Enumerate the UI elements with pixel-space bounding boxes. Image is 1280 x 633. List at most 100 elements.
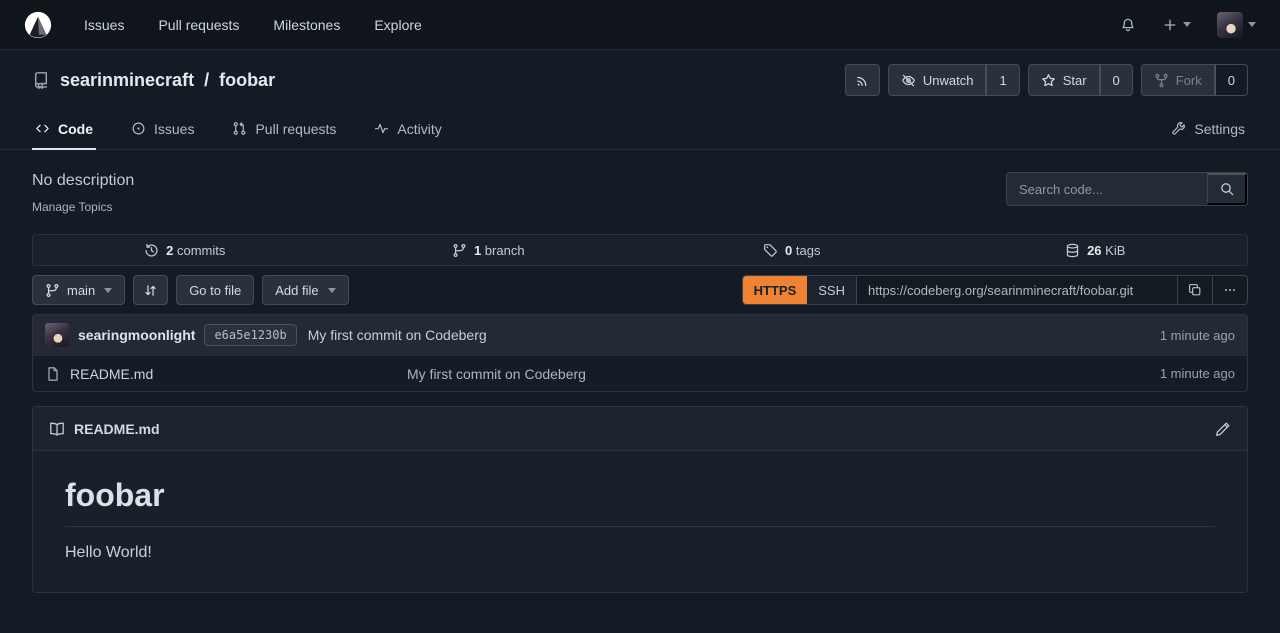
watch-button-group: Unwatch 1 xyxy=(888,64,1020,96)
watchers-count[interactable]: 1 xyxy=(986,64,1019,96)
description-block: No description Manage Topics xyxy=(32,172,1006,216)
repo-title: searinminecraft / foobar xyxy=(32,70,275,91)
commit-author-link[interactable]: searingmoonlight xyxy=(78,327,195,343)
repo-icon xyxy=(32,71,50,89)
navbar-link-pull-requests[interactable]: Pull requests xyxy=(158,17,239,33)
clone-https-toggle[interactable]: HTTPS xyxy=(743,276,808,304)
stat-branches[interactable]: 1 branch xyxy=(337,235,641,265)
repo-description: No description xyxy=(32,172,1006,190)
clone-url-group: HTTPS SSH xyxy=(742,275,1248,305)
fork-button-group: Fork 0 xyxy=(1141,64,1248,96)
clone-url-input[interactable] xyxy=(857,276,1177,304)
readme-content: foobar Hello World! xyxy=(33,451,1247,592)
database-icon xyxy=(1065,243,1080,258)
latest-commit-row: searingmoonlight e6a5e1230b My first com… xyxy=(33,315,1247,355)
repo-stats-bar: 2 commits 1 branch 0 tags 26 KiB xyxy=(32,234,1248,266)
navbar-right xyxy=(1120,12,1256,38)
repo-tabs-bar: Code Issues Pull requests Activity Setti… xyxy=(0,108,1280,150)
git-branch-icon xyxy=(45,283,60,298)
edit-readme-button[interactable] xyxy=(1215,421,1231,437)
commit-sha-link[interactable]: e6a5e1230b xyxy=(204,324,296,346)
notifications-bell-icon[interactable] xyxy=(1120,17,1136,33)
tab-pull-requests[interactable]: Pull requests xyxy=(229,108,339,149)
create-new-button[interactable] xyxy=(1162,17,1191,33)
top-navbar: Issues Pull requests Milestones Explore xyxy=(0,0,1280,50)
fork-button[interactable]: Fork xyxy=(1141,64,1215,96)
plus-icon xyxy=(1162,17,1178,33)
activity-pulse-icon xyxy=(374,121,389,136)
caret-down-icon xyxy=(104,288,112,293)
description-row: No description Manage Topics xyxy=(32,172,1248,216)
go-to-file-button[interactable]: Go to file xyxy=(176,275,254,305)
pencil-icon xyxy=(1215,421,1231,437)
copy-url-button[interactable] xyxy=(1177,276,1212,304)
stars-count[interactable]: 0 xyxy=(1100,64,1133,96)
forks-count[interactable]: 0 xyxy=(1215,64,1248,96)
repo-title-separator: / xyxy=(204,70,209,91)
more-options-button[interactable] xyxy=(1212,276,1247,304)
repo-actions: Unwatch 1 Star 0 Fork 0 xyxy=(845,64,1248,96)
user-avatar xyxy=(1217,12,1243,38)
tab-issues[interactable]: Issues xyxy=(128,108,197,149)
search-button[interactable] xyxy=(1207,173,1247,205)
compare-branches-button[interactable] xyxy=(133,275,168,305)
file-icon xyxy=(45,366,61,382)
commit-message-link[interactable]: My first commit on Codeberg xyxy=(308,327,487,343)
repo-header: searinminecraft / foobar Unwatch 1 Star … xyxy=(32,50,1248,108)
rss-icon xyxy=(855,73,870,88)
copy-icon xyxy=(1188,283,1202,297)
star-button[interactable]: Star xyxy=(1028,64,1100,96)
branch-selector-button[interactable]: main xyxy=(32,275,125,305)
navbar-link-milestones[interactable]: Milestones xyxy=(273,17,340,33)
history-icon xyxy=(144,243,159,258)
clone-ssh-toggle[interactable]: SSH xyxy=(807,276,857,304)
code-icon xyxy=(35,121,50,136)
readme-heading: foobar xyxy=(65,477,1215,527)
repo-owner-link[interactable]: searinminecraft xyxy=(60,70,194,91)
stat-commits[interactable]: 2 commits xyxy=(33,235,337,265)
file-commit-message-link[interactable]: My first commit on Codeberg xyxy=(407,366,1160,382)
readme-header: README.md xyxy=(33,407,1247,451)
pull-request-icon xyxy=(232,121,247,136)
branch-toolbar-left: main Go to file Add file xyxy=(32,275,349,305)
readme-filename: README.md xyxy=(74,421,160,437)
codeberg-logo-icon[interactable] xyxy=(24,11,52,39)
rss-feed-button[interactable] xyxy=(845,64,880,96)
manage-topics-link[interactable]: Manage Topics xyxy=(32,200,113,214)
readme-panel: README.md foobar Hello World! xyxy=(32,406,1248,593)
ellipsis-icon xyxy=(1223,283,1237,297)
book-open-icon xyxy=(49,421,65,437)
unwatch-button[interactable]: Unwatch xyxy=(888,64,987,96)
issue-opened-icon xyxy=(131,121,146,136)
git-branch-icon xyxy=(452,243,467,258)
navbar-links: Issues Pull requests Milestones Explore xyxy=(84,17,422,33)
commit-author-avatar[interactable] xyxy=(45,323,69,347)
repo-name-link[interactable]: foobar xyxy=(219,70,275,91)
eye-slash-icon xyxy=(901,73,916,88)
compare-arrows-icon xyxy=(143,283,158,298)
branch-toolbar: main Go to file Add file HTTPS SSH xyxy=(32,275,1248,305)
star-button-group: Star 0 xyxy=(1028,64,1133,96)
file-link-readme[interactable]: README.md xyxy=(45,366,407,382)
settings-wrench-icon xyxy=(1171,121,1186,136)
user-menu[interactable] xyxy=(1217,12,1256,38)
add-file-button[interactable]: Add file xyxy=(262,275,348,305)
tag-icon xyxy=(763,243,778,258)
file-age: 1 minute ago xyxy=(1160,366,1235,381)
navbar-link-explore[interactable]: Explore xyxy=(374,17,421,33)
file-browser-table: searingmoonlight e6a5e1230b My first com… xyxy=(32,314,1248,392)
caret-down-icon xyxy=(1183,22,1191,27)
search-code-input[interactable] xyxy=(1007,173,1207,205)
stat-size[interactable]: 26 KiB xyxy=(944,235,1248,265)
star-icon xyxy=(1041,73,1056,88)
tab-code[interactable]: Code xyxy=(32,108,96,149)
search-icon xyxy=(1219,181,1235,197)
fork-icon xyxy=(1154,73,1169,88)
navbar-link-issues[interactable]: Issues xyxy=(84,17,124,33)
tab-settings[interactable]: Settings xyxy=(1168,108,1248,149)
commit-age: 1 minute ago xyxy=(1160,328,1235,343)
tab-activity[interactable]: Activity xyxy=(371,108,444,149)
stat-tags[interactable]: 0 tags xyxy=(640,235,944,265)
code-search-box xyxy=(1006,172,1248,206)
caret-down-icon xyxy=(328,288,336,293)
